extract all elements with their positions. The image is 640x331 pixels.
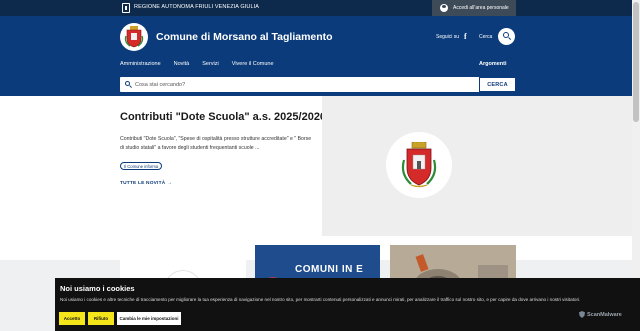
search-input[interactable] [135, 78, 479, 91]
region-logo-icon[interactable] [122, 3, 130, 13]
hero-image-panel [322, 96, 632, 236]
scanmalware-brand[interactable]: ScanMalware [579, 311, 622, 318]
reject-button[interactable]: Rifiuto [88, 312, 114, 325]
search-label[interactable]: Cerca [479, 34, 492, 40]
arrow-right-icon: → [167, 181, 173, 186]
all-news-label: TUTTE LE NOVITÀ [120, 181, 166, 186]
follow-label: Seguici su [436, 34, 460, 40]
category-tag[interactable]: Il Comune informa [120, 162, 163, 170]
facebook-icon[interactable]: f [464, 32, 467, 41]
main-nav: Amministrazione Novità Servizi Vivere il… [120, 61, 274, 67]
municipality-crest-logo[interactable] [120, 23, 148, 51]
top-bar: REGIONE AUTONOMA FRIULI VENEZIA GIULIA A… [0, 0, 632, 16]
crest-icon [401, 142, 437, 188]
crest-icon [124, 26, 144, 48]
search-bar: CERCA [120, 77, 516, 92]
cookie-banner: Noi usiamo i cookies Noi usiamo i cookie… [55, 278, 640, 331]
hero-description: Contributi "Dote Scuola", "Spese di ospi… [120, 136, 312, 151]
login-label: Accedi all'area personale [453, 5, 509, 11]
nav-item-vivere-il-comune[interactable]: Vivere il Comune [232, 61, 274, 67]
site-header: Comune di Morsano al Tagliamento Seguici… [0, 16, 632, 96]
accept-button[interactable]: Accetto [59, 312, 85, 325]
site-title[interactable]: Comune di Morsano al Tagliamento [156, 31, 333, 43]
search-submit-button[interactable]: CERCA [479, 77, 516, 92]
change-settings-button[interactable]: Cambia le mie impostazioni [117, 312, 181, 325]
nav-item-argomenti[interactable]: Argomenti [479, 61, 507, 67]
search-icon [123, 77, 135, 92]
user-icon [440, 4, 448, 12]
cookie-title: Noi usiamo i cookies [60, 284, 135, 293]
cookie-text: Noi usiamo i cookies e altre tecniche di… [60, 297, 581, 302]
scanmalware-label: ScanMalware [587, 311, 622, 318]
region-name-link[interactable]: REGIONE AUTONOMA FRIULI VENEZIA GIULIA [134, 4, 259, 10]
all-news-link[interactable]: TUTTE LE NOVITÀ → [120, 181, 172, 186]
card-2-title: COMUNI IN E [295, 264, 364, 275]
shield-icon [579, 311, 585, 318]
nav-item-amministrazione[interactable]: Amministrazione [120, 61, 161, 67]
login-button[interactable]: Accedi all'area personale [432, 0, 516, 16]
scroll-thumb[interactable] [633, 2, 639, 122]
hero-crest-image [386, 132, 452, 198]
hero-title[interactable]: Contributi "Dote Scuola" a.s. 2025/2026 [120, 111, 326, 123]
nav-item-servizi[interactable]: Servizi [202, 61, 219, 67]
nav-item-novita[interactable]: Novità [174, 61, 190, 67]
search-button[interactable] [498, 28, 515, 45]
